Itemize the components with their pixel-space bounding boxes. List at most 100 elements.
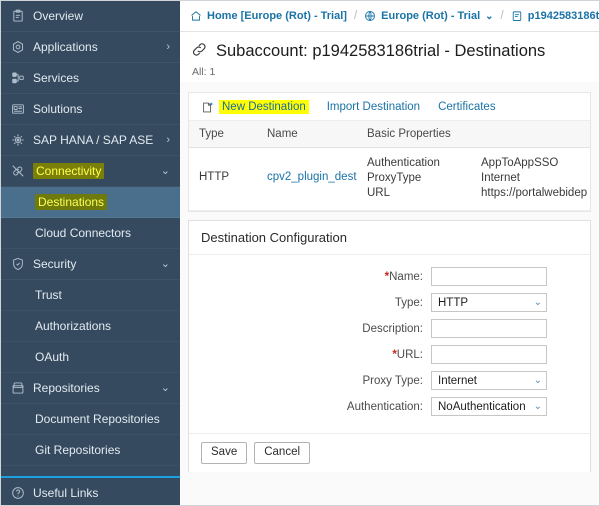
sidebar-item-label: Document Repositories <box>35 412 170 426</box>
property-key: ProxyType <box>367 171 481 186</box>
label-text: URL: <box>397 349 423 361</box>
sidebar-item-authorizations[interactable]: Authorizations <box>1 311 180 342</box>
sidebar-item-document-repositories[interactable]: Document Repositories <box>1 404 180 435</box>
label-text: Description: <box>362 323 423 335</box>
property-value: Internet <box>481 171 587 186</box>
sidebar-item-connectivity[interactable]: Connectivity ⌄ <box>1 156 180 187</box>
breadcrumb-separator-2: / <box>501 10 504 22</box>
destination-form: *Name:Type:HTTP⌄Description:*URL:Proxy T… <box>189 255 590 433</box>
property-value: https://portalwebidep <box>481 186 587 201</box>
description-input[interactable] <box>438 323 542 335</box>
sidebar-item-git-repositories[interactable]: Git Repositories <box>1 435 180 466</box>
shield-icon <box>11 257 33 271</box>
label-text: Authentication: <box>347 401 423 413</box>
solutions-icon <box>11 102 33 116</box>
proxy-type-select[interactable]: Internet ⌄ <box>431 371 547 390</box>
applications-icon <box>11 40 33 54</box>
authentication-select[interactable]: NoAuthentication ⌄ <box>431 397 547 416</box>
panel-title: Destination Configuration <box>189 221 590 255</box>
clipboard-icon <box>11 9 33 23</box>
cell-basic-properties: AuthenticationProxyTypeURLAppToAppSSOInt… <box>357 156 593 201</box>
database-icon <box>11 133 33 147</box>
chevron-down-icon[interactable]: ⌄ <box>161 383 170 394</box>
certificates-label: Certificates <box>438 101 496 113</box>
sidebar-item-label: Authorizations <box>35 319 170 333</box>
description-field-wrapper[interactable] <box>431 319 547 338</box>
sidebar-item-services[interactable]: Services <box>1 63 180 94</box>
breadcrumb: Home [Europe (Rot) - Trial] / Europe (Ro… <box>180 1 599 32</box>
sidebar-item-label: SAP HANA / SAP ASE <box>33 133 157 147</box>
content-body: New Destination Import Destination Certi… <box>180 82 599 505</box>
breadcrumb-region[interactable]: Europe (Rot) - Trial ⌄ <box>364 10 493 22</box>
property-key: URL <box>367 186 481 201</box>
sidebar-item-solutions[interactable]: Solutions <box>1 94 180 125</box>
sap-cockpit-window: Overview Applications› Services Solutions SA… <box>0 0 600 506</box>
chevron-down-icon[interactable]: ⌄ <box>485 11 493 22</box>
sidebar-item-trust[interactable]: Trust <box>1 280 180 311</box>
form-row-type: Type: HTTP ⌄ <box>189 293 590 312</box>
breadcrumb-home-label: Home [Europe (Rot) - Trial] <box>207 10 347 22</box>
property-key: Authentication <box>367 156 481 171</box>
new-document-icon <box>201 101 214 114</box>
type-selected-value: HTTP <box>438 297 468 309</box>
save-button[interactable]: Save <box>201 442 247 464</box>
label-authentication: Authentication: <box>189 401 431 413</box>
label-text: Name: <box>389 271 423 283</box>
chevron-down-icon[interactable]: ⌄ <box>161 259 170 270</box>
property-keys: AuthenticationProxyTypeURL <box>367 156 481 201</box>
sidebar-item-repositories[interactable]: Repositories⌄ <box>1 373 180 404</box>
sidebar-item-list: Overview Applications› Services Solutions SA… <box>1 1 180 505</box>
destination-configuration-panel: Destination Configuration *Name:Type:HTT… <box>188 220 591 472</box>
breadcrumb-home[interactable]: Home [Europe (Rot) - Trial] <box>190 10 347 22</box>
chevron-right-icon[interactable]: › <box>166 135 170 146</box>
table-row[interactable]: HTTPcpv2_plugin_destAuthenticationProxyT… <box>189 148 590 211</box>
subaccount-icon <box>511 10 523 22</box>
sidebar-item-label: Connectivity <box>33 163 104 179</box>
left-navigation-sidebar: Overview Applications› Services Solutions SA… <box>1 1 180 505</box>
page-title: Subaccount: p1942583186trial - Destinati… <box>216 42 545 61</box>
destination-link[interactable]: cpv2_plugin_dest <box>267 171 357 183</box>
column-header-type[interactable]: Type <box>189 121 257 147</box>
certificates-button[interactable]: Certificates <box>438 101 496 113</box>
chevron-down-icon[interactable]: ⌄ <box>534 376 542 386</box>
sidebar-item-destinations[interactable]: Destinations <box>1 187 180 218</box>
sidebar-item-security[interactable]: Security⌄ <box>1 249 180 280</box>
sidebar-item-sap-hana-sap-ase[interactable]: SAP HANA / SAP ASE › <box>1 125 180 156</box>
sidebar-item-cloud-connectors[interactable]: Cloud Connectors <box>1 218 180 249</box>
name-input[interactable] <box>438 271 542 283</box>
cancel-button[interactable]: Cancel <box>254 442 310 464</box>
chevron-right-icon[interactable]: › <box>166 42 170 53</box>
sidebar-item-applications[interactable]: Applications› <box>1 32 180 63</box>
authentication-selected-value: NoAuthentication <box>438 401 526 413</box>
form-row-name: *Name: <box>189 267 590 286</box>
new-destination-button[interactable]: New Destination <box>201 100 309 114</box>
cell-name: cpv2_plugin_dest <box>257 156 357 184</box>
sidebar-item-label: Useful Links <box>33 486 170 500</box>
sidebar-item-label: Services <box>33 71 170 85</box>
panel-footer: Save Cancel <box>189 433 590 472</box>
column-header-name[interactable]: Name <box>257 121 357 147</box>
label-url: *URL: <box>189 349 431 361</box>
chevron-down-icon[interactable]: ⌄ <box>534 298 542 308</box>
column-header-basic-properties[interactable]: Basic Properties <box>357 121 590 147</box>
breadcrumb-separator-1: / <box>354 10 357 22</box>
sidebar-item-oauth[interactable]: OAuth <box>1 342 180 373</box>
sidebar-item-label: Solutions <box>33 102 170 116</box>
sidebar-item-label: Overview <box>33 9 170 23</box>
import-destination-button[interactable]: Import Destination <box>327 101 420 113</box>
sidebar-item-useful-links[interactable]: Useful Links <box>1 478 180 505</box>
import-destination-label: Import Destination <box>327 101 420 113</box>
breadcrumb-subaccount-label: p1942583186trial <box>528 10 599 22</box>
sidebar-item-overview[interactable]: Overview <box>1 1 180 32</box>
name-field-wrapper[interactable] <box>431 267 547 286</box>
chevron-down-icon[interactable]: ⌄ <box>534 402 542 412</box>
property-values: AppToAppSSOInternethttps://portalwebidep <box>481 156 587 201</box>
url-input[interactable] <box>438 349 542 361</box>
table-header-row: Type Name Basic Properties <box>189 120 590 148</box>
url-field-wrapper[interactable] <box>431 345 547 364</box>
chevron-down-icon[interactable]: ⌄ <box>161 166 170 177</box>
type-select[interactable]: HTTP ⌄ <box>431 293 547 312</box>
proxy-type-selected-value: Internet <box>438 375 477 387</box>
breadcrumb-subaccount[interactable]: p1942583186trial <box>511 10 599 22</box>
label-type: Type: <box>189 297 431 309</box>
